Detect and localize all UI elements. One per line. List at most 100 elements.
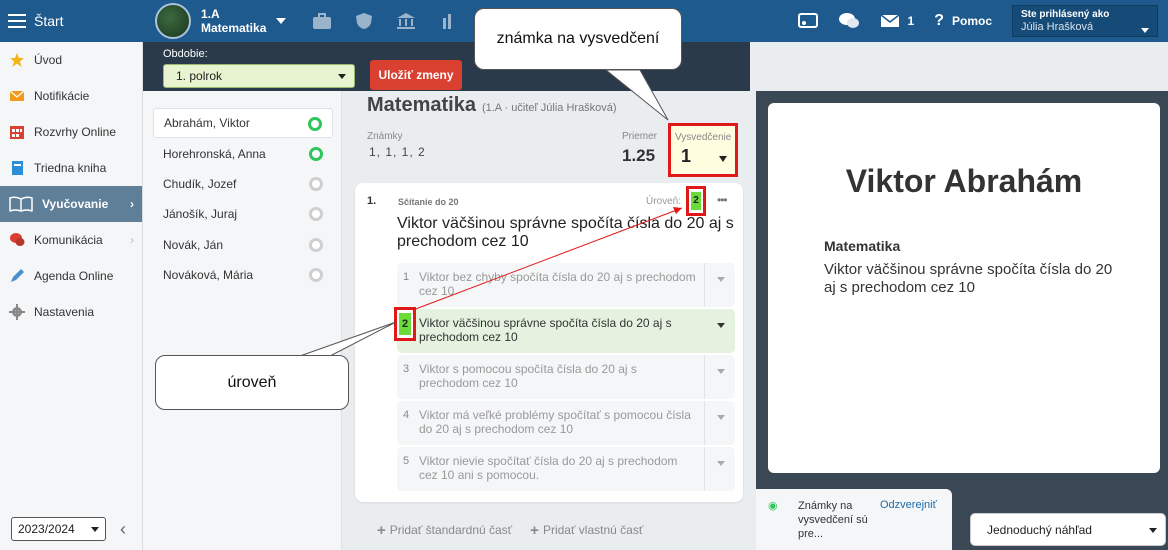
mail-icon [880, 14, 899, 27]
start-button[interactable]: Štart [0, 0, 143, 42]
save-button[interactable]: Uložiť zmeny [370, 60, 462, 90]
menu-icon [8, 14, 26, 28]
user-prefix: Ste prihlásený ako [1021, 9, 1110, 20]
sidebar-item-label: Komunikácia [34, 233, 103, 247]
option-number: 1 [403, 271, 410, 283]
collapse-sidebar-icon[interactable]: ‹ [120, 519, 126, 540]
period-label: Obdobie: [163, 48, 208, 60]
class-subject: Matematika [201, 21, 267, 35]
report-grade-label: Vysvedčenie [675, 132, 732, 143]
report-grade-select[interactable]: Vysvedčenie 1 [668, 123, 738, 177]
view-mode-value: Jednoduchý náhľad [987, 523, 1092, 537]
cast-button[interactable] [797, 13, 818, 29]
user-name: Júlia Hrašková [1021, 21, 1094, 33]
year-value: 2023/2024 [18, 522, 75, 536]
status-on-icon [309, 147, 323, 161]
sidebar-item-uvod[interactable]: Úvod [0, 42, 142, 78]
report-grade-value: 1 [681, 146, 692, 166]
student-item[interactable]: Jánošík, Juraj [153, 199, 333, 229]
add-custom-button[interactable]: + Pridať vlastnú časť [530, 522, 643, 539]
chat-icon [838, 13, 859, 28]
student-item[interactable]: Nováková, Mária [153, 260, 333, 290]
add-standard-button[interactable]: + Pridať štandardnú časť [377, 522, 512, 539]
sidebar-item-label: Vyučovanie [42, 197, 109, 211]
unpublish-link[interactable]: Odzverejniť [880, 499, 937, 511]
level-option[interactable]: 1 Viktor bez chyby spočíta čísla do 20 a… [397, 263, 735, 307]
sidebar-item-notifikacie[interactable]: Notifikácie [0, 78, 142, 114]
preview-panel: Viktor Abrahám Matematika Viktor väčšino… [756, 91, 1168, 550]
chevron-down-icon[interactable] [717, 415, 725, 420]
sidebar-item-triedna-kniha[interactable]: Triedna kniha [0, 150, 142, 186]
preview-text: Viktor väčšinou správne spočíta čísla do… [824, 261, 1113, 296]
briefcase-icon[interactable] [312, 12, 332, 30]
student-item[interactable]: Chudík, Jozef [153, 169, 333, 199]
calendar-icon [10, 126, 24, 139]
add-standard-label: Pridať štandardnú časť [389, 523, 513, 537]
sidebar-item-label: Agenda Online [34, 269, 114, 283]
student-item[interactable]: Novák, Ján [153, 230, 333, 260]
chevron-down-icon[interactable] [717, 277, 725, 282]
star-icon [10, 53, 24, 67]
sidebar-item-agenda[interactable]: Agenda Online [0, 258, 142, 294]
sidebar-item-nastavenia[interactable]: Nastavenia [0, 294, 142, 330]
card-number: 1. [367, 195, 377, 207]
level-option[interactable]: 4 Viktor má veľké problémy spočítať s po… [397, 401, 735, 445]
chevron-down-icon [276, 18, 287, 24]
level-badge: 2 [686, 186, 706, 216]
callout-level: úroveň [155, 355, 349, 410]
chevron-down-icon[interactable] [717, 369, 725, 374]
plus-icon: + [377, 522, 386, 539]
level-option-selected[interactable]: 2 Viktor väčšinou správne spočíta čísla … [394, 307, 735, 353]
chevron-right-icon: › [130, 197, 134, 211]
page-title: Matematika (1.A · učiteľ Júlia Hrašková) [367, 94, 617, 117]
preview-student-name: Viktor Abrahám [845, 163, 1083, 199]
card-standard: Sčítanie do 20 [398, 197, 459, 207]
eye-icon: ◉ [768, 500, 778, 512]
sidebar-item-label: Notifikácie [34, 89, 90, 103]
student-name: Nováková, Mária [163, 268, 254, 282]
report-preview: Viktor Abrahám Matematika Viktor väčšino… [768, 103, 1160, 473]
more-icon[interactable]: ••• [717, 193, 728, 207]
student-item[interactable]: Abrahám, Viktor [153, 108, 333, 138]
user-menu[interactable]: Ste prihlásený ako Júlia Hrašková [1012, 5, 1158, 37]
messages-button[interactable] [838, 12, 860, 30]
bar-chart-icon[interactable] [438, 12, 458, 30]
mail-count: 1 [907, 14, 915, 28]
view-mode-select[interactable]: Jednoduchý náhľad [970, 513, 1166, 546]
level-option[interactable]: 3 Viktor s pomocou spočíta čísla do 20 a… [397, 355, 735, 399]
class-selector[interactable]: 1.A Matematika [155, 3, 287, 39]
sidebar-item-label: Nastavenia [34, 305, 95, 319]
sidebar-item-vyucovanie[interactable]: Vyučovanie › [0, 186, 142, 222]
shield-icon[interactable] [354, 12, 374, 30]
sidebar-item-rozvrhy[interactable]: Rozvrhy Online [0, 114, 142, 150]
sidebar-item-komunikacia[interactable]: Komunikácia › [0, 222, 142, 258]
add-part-row: + Pridať štandardnú časť + Pridať vlastnú … [377, 522, 643, 539]
selected-level-badge: 2 [394, 307, 416, 341]
student-item[interactable]: Horehronská, Anna [153, 139, 333, 169]
publish-box: ◉ Známky na vysvedčení sú pre... Odzvere… [756, 489, 952, 550]
standard-card: 1. Sčítanie do 20 Úroveň: 2 ••• Viktor v… [355, 183, 743, 502]
start-label: Štart [34, 13, 64, 29]
pen-icon [11, 269, 24, 282]
sidebar-item-label: Triedna kniha [34, 161, 107, 175]
sidebar: Úvod Notifikácie Rozvrhy Online Triedna … [0, 42, 143, 550]
year-select[interactable]: 2023/2024 [11, 517, 106, 541]
status-off-icon [309, 238, 323, 252]
question-icon: ? [934, 12, 944, 29]
subject-panel: Matematika (1.A · učiteľ Júlia Hrašková) … [342, 91, 756, 550]
grades-value: 1, 1, 1, 2 [369, 145, 426, 159]
period-select[interactable]: 1. polrok [163, 64, 355, 88]
help-button[interactable]: ? Pomoc [934, 12, 992, 30]
option-number: 2 [399, 313, 411, 335]
open-book-icon [9, 196, 33, 212]
option-number: 3 [403, 363, 410, 375]
level-option[interactable]: 5 Viktor nievie spočítať čísla do 20 aj … [397, 447, 735, 491]
option-number: 5 [403, 455, 410, 467]
grades-label: Známky [367, 131, 403, 142]
bank-icon[interactable] [396, 12, 416, 30]
status-off-icon [309, 177, 323, 191]
chevron-down-icon[interactable] [717, 461, 725, 466]
mail-button[interactable]: 1 [880, 14, 915, 28]
option-text: Viktor nievie spočítať čísla do 20 aj s … [419, 454, 678, 482]
chevron-down-icon[interactable] [717, 323, 725, 328]
